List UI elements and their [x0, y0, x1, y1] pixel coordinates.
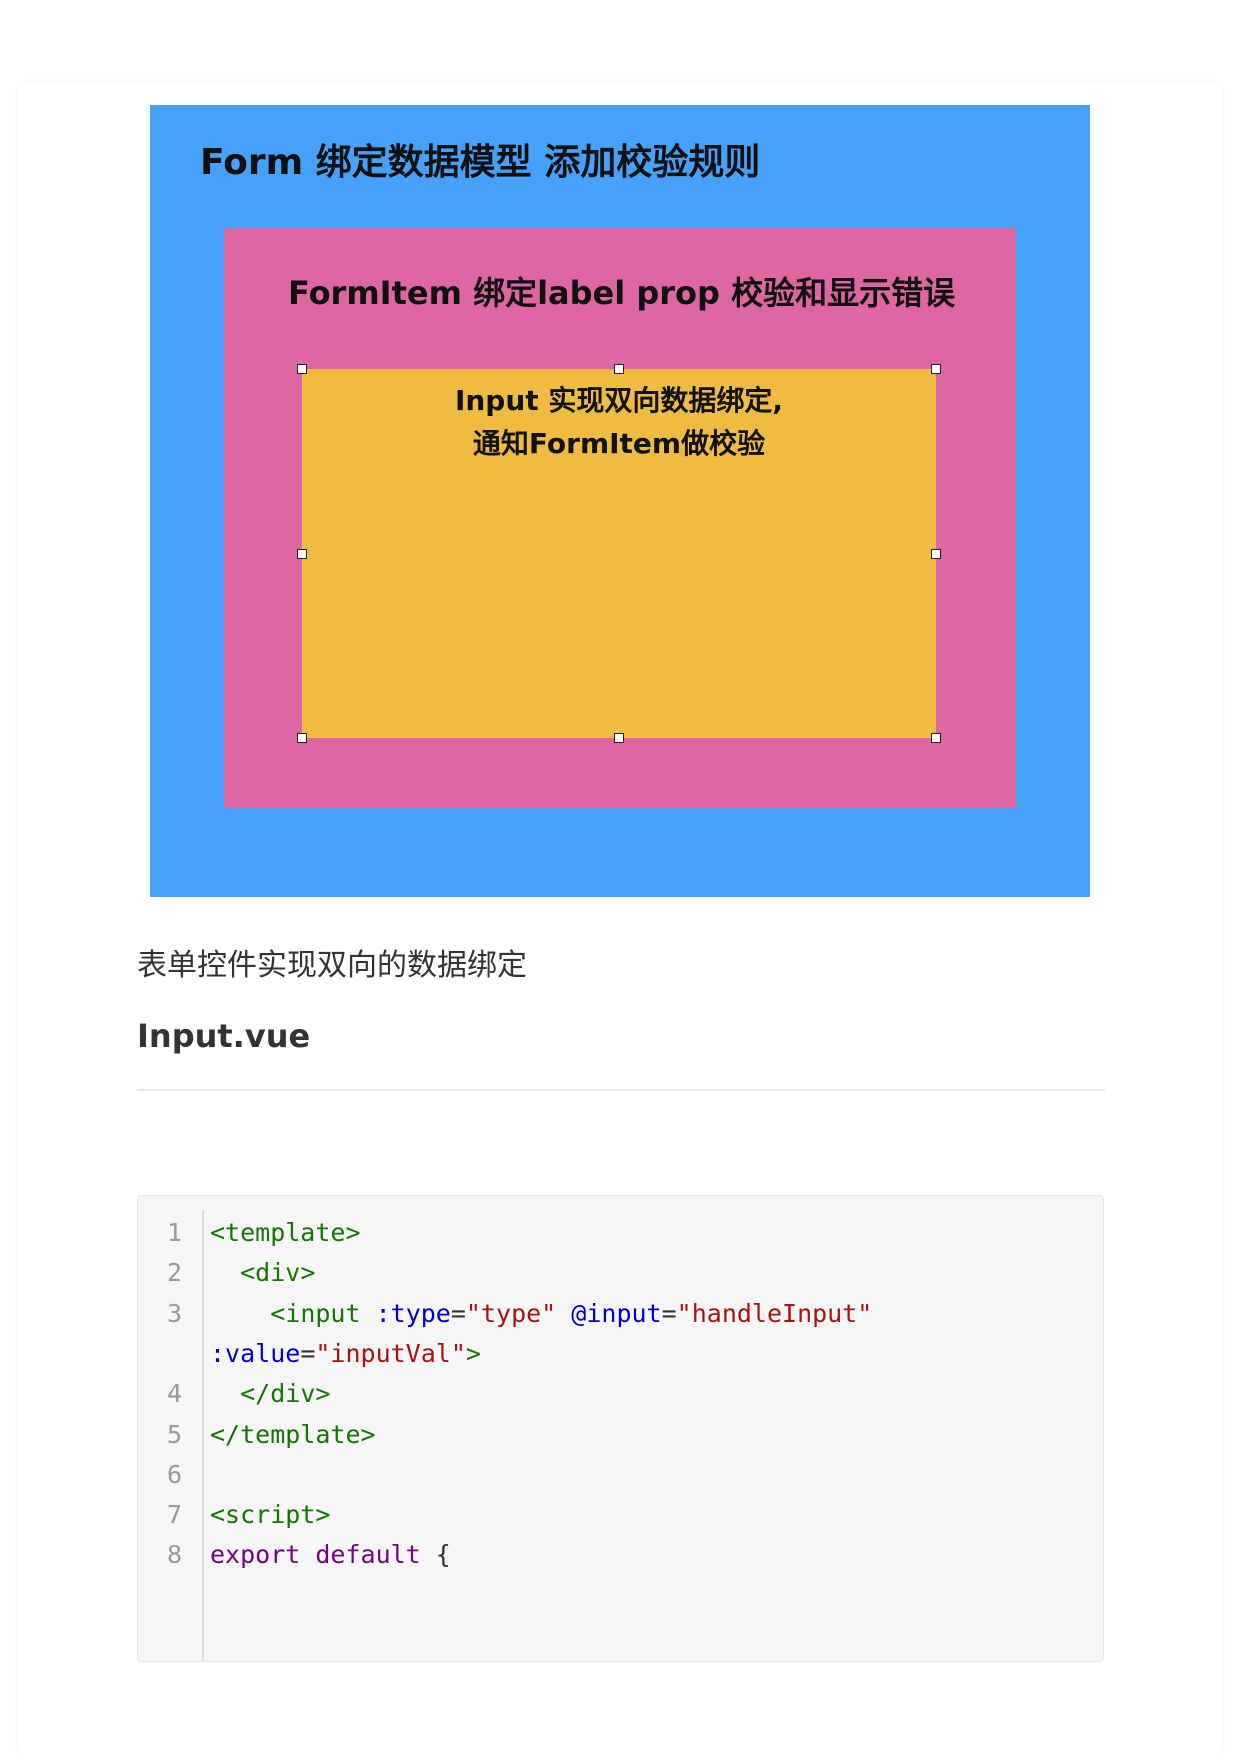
- code-line: 7 <script>: [138, 1492, 1103, 1537]
- line-number: 8: [166, 1540, 182, 1570]
- input-box-title-line2: 通知FormItem做校验: [472, 427, 766, 460]
- code-token: =: [661, 1298, 677, 1328]
- code-token: :value: [210, 1338, 301, 1368]
- resize-handle-left[interactable]: [297, 549, 307, 559]
- code-text: </template>: [210, 1412, 376, 1457]
- code-token: {: [420, 1540, 451, 1570]
- code-line: 6: [138, 1452, 1103, 1497]
- code-line: 4 </div>: [138, 1371, 1103, 1416]
- code-token: :type: [375, 1298, 451, 1328]
- code-line: 5 </template>: [138, 1412, 1103, 1457]
- code-token: "handleInput": [676, 1298, 873, 1328]
- resize-handle-bottom-left[interactable]: [297, 733, 307, 743]
- code-token: <input: [270, 1298, 361, 1328]
- code-text: export default {: [210, 1532, 451, 1577]
- code-token: =: [450, 1298, 466, 1328]
- code-token: </div>: [240, 1379, 331, 1409]
- resize-handle-top[interactable]: [614, 364, 624, 374]
- form-item-box-title: FormItem 绑定label prop 校验和显示错误: [288, 274, 956, 312]
- form-box-title: Form 绑定数据模型 添加校验规则: [200, 142, 761, 183]
- line-number: 6: [166, 1459, 182, 1489]
- file-heading: Input.vue: [137, 1017, 311, 1055]
- code-text: :value="inputVal">: [210, 1331, 481, 1376]
- code-text: <div>: [210, 1250, 315, 1295]
- code-line: 1 <template>: [138, 1210, 1103, 1255]
- resize-handle-right[interactable]: [931, 549, 941, 559]
- resize-handle-top-right[interactable]: [931, 364, 941, 374]
- resize-handle-bottom[interactable]: [614, 733, 624, 743]
- resize-handle-bottom-right[interactable]: [931, 733, 941, 743]
- code-line: 3 <input :type="type" @input="handleInpu…: [138, 1291, 1103, 1336]
- code-text: </div>: [210, 1371, 330, 1416]
- line-number: 5: [166, 1419, 182, 1449]
- line-number: 2: [166, 1258, 182, 1288]
- form-box: Form 绑定数据模型 添加校验规则 FormItem 绑定label prop…: [150, 105, 1090, 897]
- code-token: <template>: [210, 1218, 361, 1247]
- code-line: 8 export default {: [138, 1532, 1103, 1577]
- heading-divider: [137, 1089, 1105, 1091]
- code-text: <script>: [210, 1492, 330, 1537]
- code-token: </template>: [210, 1419, 376, 1449]
- code-token: export: [210, 1540, 301, 1570]
- input-box-title-line1: Input 实现双向数据绑定,: [454, 384, 784, 417]
- code-block[interactable]: 1 <template> 2 <div> 3 <input :type="type" …: [137, 1195, 1104, 1662]
- line-number: 1: [166, 1218, 182, 1247]
- code-token: <div>: [240, 1258, 316, 1288]
- line-number: 7: [166, 1500, 182, 1530]
- code-token: "inputVal": [315, 1338, 466, 1368]
- form-item-box: FormItem 绑定label prop 校验和显示错误 Input 实现双向…: [224, 228, 1016, 808]
- input-box[interactable]: Input 实现双向数据绑定, 通知FormItem做校验: [302, 369, 936, 738]
- resize-handle-top-left[interactable]: [297, 364, 307, 374]
- code-token: "type": [465, 1298, 557, 1328]
- code-text: <template>: [210, 1210, 361, 1255]
- code-token: >: [465, 1338, 481, 1368]
- code-token: @input: [571, 1298, 662, 1328]
- code-text: <input :type="type" @input="handleInput": [210, 1291, 872, 1336]
- code-token: <script>: [210, 1500, 331, 1530]
- line-number: 3: [166, 1298, 182, 1328]
- code-line: 2 <div>: [138, 1250, 1103, 1295]
- input-box-title: Input 实现双向数据绑定, 通知FormItem做校验: [302, 379, 936, 465]
- line-number: 4: [166, 1379, 182, 1409]
- caption-text: 表单控件实现双向的数据绑定: [137, 948, 527, 983]
- code-line: :value="inputVal">: [138, 1331, 1103, 1376]
- code-token: =: [300, 1338, 316, 1368]
- code-token: default: [315, 1540, 421, 1570]
